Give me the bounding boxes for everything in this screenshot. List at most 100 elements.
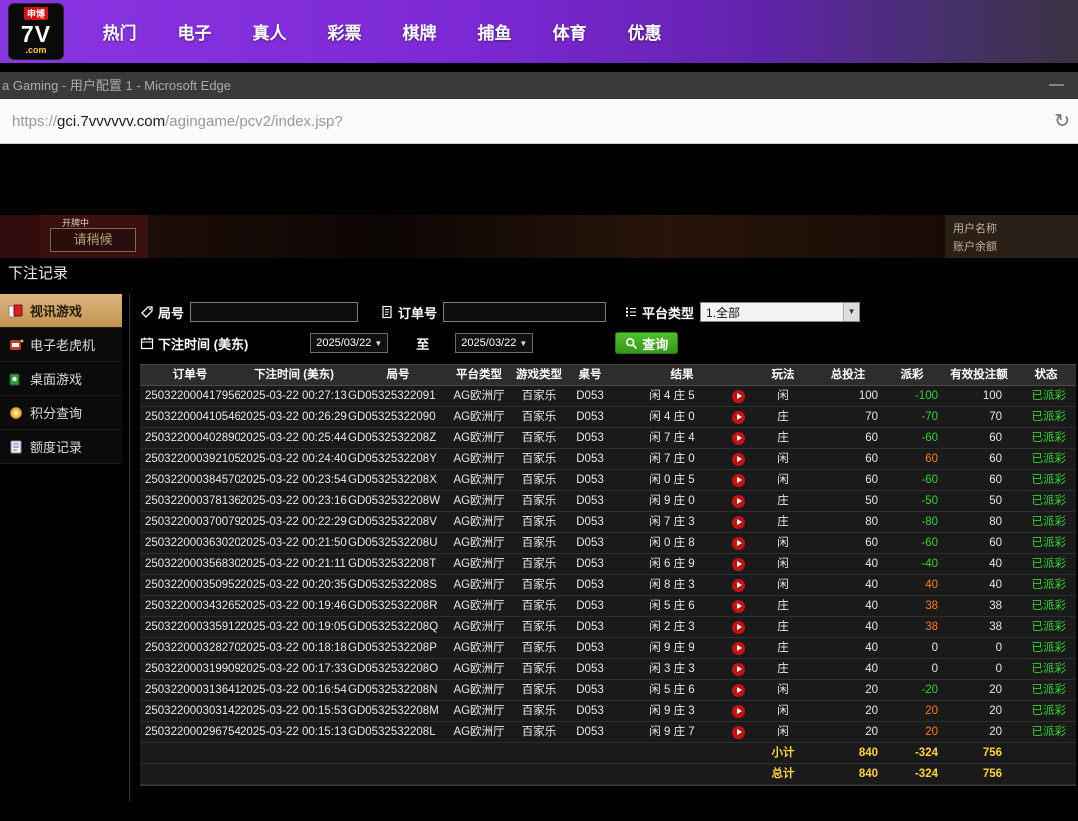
result-text: 闲 4 庄 5 [612,386,732,406]
cell-play: 闲 [752,386,814,406]
cell-table: D053 [568,596,612,616]
banner-middle-art [148,215,945,258]
cell-platform: AG欧洲厅 [448,449,510,469]
cell-bet: 40 [814,617,882,637]
cell-game: 百家乐 [510,554,568,574]
cell-game: 百家乐 [510,512,568,532]
table-row: 2503220003845702025-03-22 00:23:54GD0532… [140,470,1076,491]
search-button[interactable]: 查询 [615,332,678,354]
cell-status [1016,743,1076,763]
table-row: 2503220002967542025-03-22 00:15:13GD0532… [140,722,1076,743]
sidebar-item-quota-records[interactable]: 额度记录 [0,430,122,464]
address-bar[interactable]: https://gci.7vvvvvv.com/agingame/pcv2/in… [0,99,1078,144]
tag-icon [140,305,154,319]
play-video-icon[interactable] [732,537,745,550]
play-video-icon[interactable] [732,726,745,739]
date-to-select[interactable]: 2025/03/22 ▼ [455,333,533,353]
play-video-icon[interactable] [732,558,745,571]
sidebar-item-slots[interactable]: 电子老虎机 [0,328,122,362]
sidebar-item-label: 额度记录 [30,437,82,456]
play-video-icon[interactable] [732,411,745,424]
bet-time-label-group: 下注时间 (美东) [140,334,248,353]
sidebar-item-table-games[interactable]: 桌面游戏 [0,362,122,396]
cell-result [612,743,752,763]
cell-time: 2025-03-22 00:24:40 [240,449,348,469]
cell-payout: -60 [882,533,942,553]
cell-result: 闲 4 庄 0 [612,407,752,427]
nav-item-lottery[interactable]: 彩票 [307,19,382,44]
cell-bet: 60 [814,533,882,553]
site-logo[interactable]: 申博 7V .com [8,3,64,60]
cell-round: GD0532532208M [348,701,448,721]
cell-payout: -20 [882,680,942,700]
column-header: 平台类型 [448,365,510,385]
cell-round: GD0532532208Y [348,449,448,469]
cell-time: 2025-03-22 00:18:18 [240,638,348,658]
platform-type-select[interactable]: 1.全部 ▼ [700,302,860,322]
cell-payout: -60 [882,428,942,448]
cell-table [568,764,612,784]
document-icon [380,305,394,319]
play-video-icon[interactable] [732,390,745,403]
cell-play: 庄 [752,596,814,616]
sidebar-item-video-games[interactable]: 视讯游戏 [0,294,122,328]
table-row: 2503220003700792025-03-22 00:22:29GD0532… [140,512,1076,533]
cell-table: D053 [568,680,612,700]
calendar-icon [140,336,154,350]
nav-item-hot[interactable]: 热门 [82,19,157,44]
cell-time: 2025-03-22 00:23:16 [240,491,348,511]
round-number-input[interactable] [190,302,358,322]
account-panel: 用户名称 账户余额 [945,215,1078,258]
cell-round: GD0532532208Z [348,428,448,448]
play-video-icon[interactable] [732,663,745,676]
play-video-icon[interactable] [732,684,745,697]
column-header: 订单号 [140,365,240,385]
cell-time: 2025-03-22 00:22:29 [240,512,348,532]
cell-time: 2025-03-22 00:16:54 [240,680,348,700]
cell-payout: 38 [882,617,942,637]
result-text: 闲 2 庄 3 [612,617,732,637]
cell-round: GD05325322090 [348,407,448,427]
play-video-icon[interactable] [732,474,745,487]
page-title: 下注记录 [8,262,68,283]
play-video-icon[interactable] [732,621,745,634]
cell-game: 百家乐 [510,428,568,448]
order-number-input[interactable] [443,302,606,322]
play-video-icon[interactable] [732,579,745,592]
order-number-label: 订单号 [398,303,437,322]
date-from-select[interactable]: 2025/03/22 ▼ [310,333,388,353]
playing-cards-icon [8,303,24,319]
play-video-icon[interactable] [732,516,745,529]
cell-order: 250322000363020 [140,533,240,553]
cell-table: D053 [568,449,612,469]
play-video-icon[interactable] [732,600,745,613]
cell-result: 闲 8 庄 3 [612,575,752,595]
cell-platform [448,743,510,763]
play-video-icon[interactable] [732,705,745,718]
cell-payout: -40 [882,554,942,574]
nav-item-promotions[interactable]: 优惠 [607,19,682,44]
minimize-button[interactable]: — [1049,72,1064,97]
nav-item-boardgames[interactable]: 棋牌 [382,19,457,44]
cell-play: 闲 [752,722,814,742]
cell-time: 2025-03-22 00:19:05 [240,617,348,637]
cell-valid: 60 [942,428,1016,448]
cell-order: 250322000313641 [140,680,240,700]
sidebar: 视讯游戏 电子老虎机 桌面游戏 积分查询 额度记录 [0,294,122,464]
nav-item-live[interactable]: 真人 [232,19,307,44]
play-video-icon[interactable] [732,642,745,655]
play-video-icon[interactable] [732,432,745,445]
nav-item-sports[interactable]: 体育 [532,19,607,44]
cell-play: 总计 [752,764,814,784]
nav-item-fishing[interactable]: 捕鱼 [457,19,532,44]
cell-round: GD0532532208L [348,722,448,742]
refresh-icon[interactable]: ↻ [1054,99,1070,144]
nav-item-electronic[interactable]: 电子 [157,19,232,44]
play-video-icon[interactable] [732,453,745,466]
play-video-icon[interactable] [732,495,745,508]
cell-play: 庄 [752,659,814,679]
round-number-label-group: 局号 [140,303,184,322]
cell-result: 闲 0 庄 5 [612,470,752,490]
sidebar-item-points-query[interactable]: 积分查询 [0,396,122,430]
cell-result: 闲 9 庄 3 [612,701,752,721]
